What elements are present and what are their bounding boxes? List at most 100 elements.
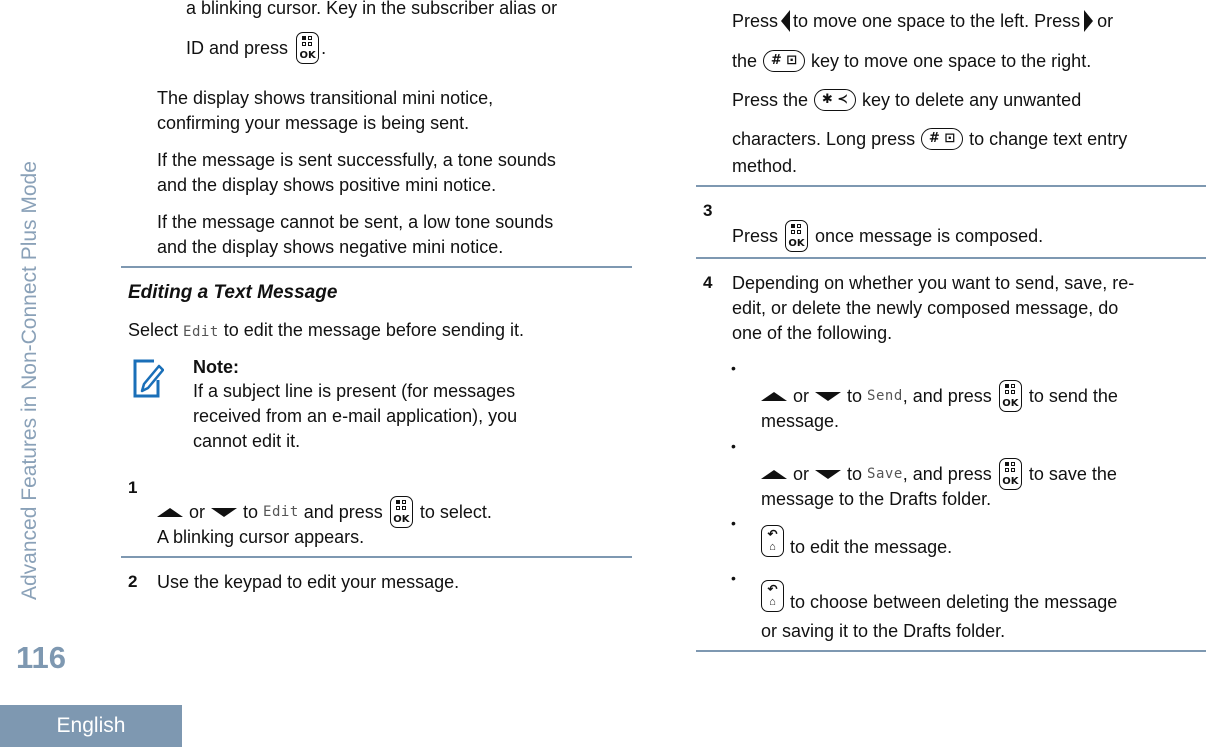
text: message to the Drafts folder. — [761, 489, 992, 509]
step-number: 4 — [703, 273, 713, 292]
text: The display shows transitional mini noti… — [157, 88, 494, 108]
note-text: received from an e-mail application), yo… — [193, 406, 518, 426]
menu-option-send: Send — [867, 388, 903, 404]
save-option: or to Save , and press OK to save the — [761, 458, 1117, 490]
step-1-result: A blinking cursor appears. — [157, 527, 365, 547]
text: or — [1097, 10, 1114, 31]
divider — [121, 556, 632, 558]
text: If the message is sent successfully, a t… — [157, 150, 556, 170]
text: and the display shows positive mini noti… — [157, 175, 497, 195]
cursor-left-instruction: Press to move one space to the left. Pre… — [732, 10, 1113, 32]
text: characters. Long press — [732, 128, 916, 149]
up-arrow-icon — [761, 391, 787, 401]
note: Note: If a subject line is present (for … — [193, 357, 517, 451]
divider — [696, 185, 1206, 187]
page-number: 116 — [16, 640, 67, 675]
text: If the message cannot be sent, a low ton… — [157, 212, 554, 232]
ok-key-icon: OK — [785, 220, 809, 252]
text: one of the following. — [732, 323, 893, 343]
section-title: Advanced Features in Non-Connect Plus Mo… — [18, 161, 41, 600]
text: Press — [732, 10, 779, 31]
text: to edit the message. — [790, 537, 953, 557]
text: to edit the message before sending it. — [223, 320, 524, 340]
note-text: cannot edit it. — [193, 431, 301, 451]
text: to save the — [1028, 463, 1117, 484]
text: method. — [732, 156, 798, 176]
text: or — [793, 385, 810, 406]
text: once message is composed. — [815, 225, 1044, 246]
step-number: 3 — [703, 201, 713, 220]
re-edit-option: ↶ ⌂ to edit the message. — [761, 525, 952, 557]
paragraph-failure: If the message cannot be sent, a low ton… — [157, 212, 553, 257]
text: to — [243, 501, 259, 522]
text: or — [793, 463, 810, 484]
back-home-key-icon: ↶ ⌂ — [761, 580, 784, 612]
down-arrow-icon — [211, 507, 238, 517]
divider — [696, 257, 1206, 259]
hash-key-icon: # ⊡ — [763, 50, 806, 72]
paragraph-success: If the message is sent successfully, a t… — [157, 150, 556, 195]
text: confirming your message is being sent. — [157, 113, 470, 133]
up-arrow-icon — [761, 469, 787, 479]
text: ID and press — [186, 37, 289, 58]
bullet: • — [731, 515, 736, 531]
delete-instruction: Press the ✱ ≺ key to delete any unwanted — [732, 89, 1081, 111]
text: edit, or delete the newly composed messa… — [732, 298, 1119, 318]
note-label: Note: — [193, 357, 239, 377]
down-arrow-icon — [815, 469, 842, 479]
back-home-key-icon: ↶ ⌂ — [761, 525, 784, 557]
text: key to delete any unwanted — [862, 89, 1082, 110]
note-icon — [132, 358, 165, 405]
left-arrow-icon — [781, 10, 791, 32]
text: and press — [303, 501, 383, 522]
menu-option-edit: Edit — [183, 324, 219, 340]
intro-text: Select Edit to edit the message before s… — [128, 320, 524, 341]
text: key to move one space to the right. — [811, 50, 1092, 71]
step-number: 2 — [128, 572, 138, 591]
step-3-instruction: Press OK once message is composed. — [732, 220, 1043, 252]
text: to — [847, 385, 863, 406]
bullet: • — [731, 570, 736, 586]
text: or — [189, 501, 206, 522]
divider — [696, 650, 1206, 652]
text: Press — [732, 225, 779, 246]
bullet: • — [731, 360, 736, 376]
text: to — [847, 463, 863, 484]
step-4-instruction: Depending on whether you want to send, s… — [732, 273, 1134, 343]
ok-key-icon: OK — [389, 496, 413, 528]
star-key-icon: ✱ ≺ — [814, 89, 857, 111]
cursor-right-instruction: the # ⊡ key to move one space to the rig… — [732, 50, 1091, 72]
step-number: 1 — [128, 478, 138, 497]
text: to select. — [419, 501, 492, 522]
text: to send the — [1028, 385, 1118, 406]
right-arrow-icon — [1084, 10, 1094, 32]
text: or saving it to the Drafts folder. — [761, 621, 1006, 641]
menu-option-save: Save — [867, 466, 903, 482]
text: message. — [761, 411, 840, 431]
up-arrow-icon — [157, 507, 183, 517]
entry-method-instruction: characters. Long press # ⊡ to change tex… — [732, 128, 1127, 150]
text: , and press — [902, 463, 992, 484]
text: and the display shows negative mini noti… — [157, 237, 504, 257]
bullet: • — [731, 438, 736, 454]
down-arrow-icon — [815, 391, 842, 401]
hash-key-icon: # ⊡ — [921, 128, 964, 150]
step-2-instruction: Use the keypad to edit your message. — [157, 572, 460, 592]
ok-key-icon: OK — [998, 458, 1022, 490]
continued-text-line2: ID and press OK . — [186, 32, 326, 64]
text: Press the — [732, 89, 809, 110]
language-tab: English — [0, 705, 182, 747]
divider — [121, 266, 632, 268]
text: Depending on whether you want to send, s… — [732, 273, 1135, 293]
text: to change text entry — [969, 128, 1128, 149]
text: Select — [128, 320, 179, 340]
text: . — [321, 37, 327, 58]
text: the — [732, 50, 758, 71]
ok-key-icon: OK — [998, 380, 1022, 412]
ok-key-icon: OK — [296, 32, 320, 64]
note-text: If a subject line is present (for messag… — [193, 381, 516, 401]
send-option: or to Send , and press OK to send the — [761, 380, 1118, 412]
paragraph-sending: The display shows transitional mini noti… — [157, 88, 493, 133]
menu-option-edit: Edit — [263, 504, 299, 520]
text: to move one space to the left. Press — [793, 10, 1081, 31]
